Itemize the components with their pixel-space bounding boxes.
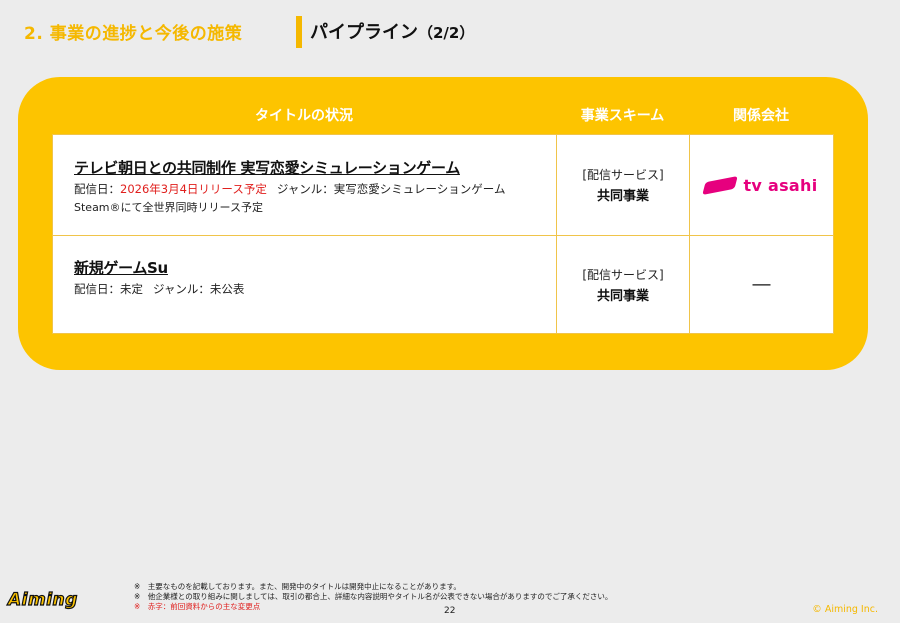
title-accent-bar [296,16,302,48]
genre: ジャンル：未公表 [153,282,245,296]
tv-asahi-logo: tv asahi [702,175,818,195]
scheme-value: 共同事業 [596,288,649,304]
footnotes: ※ 主要なものを記載しております。また、開発中のタイトルは開発中止になることがあ… [134,582,612,612]
release-info: 配信日：2026年3月4日リリース予定 ジャンル：実写恋愛シミュレーションゲーム [74,181,556,197]
section-title: 2. 事業の進捗と今後の施策 [24,24,243,44]
scheme-type: [配信サービス] [582,168,664,182]
game-title: テレビ朝日との共同制作 実写恋愛シミュレーションゲーム [74,159,460,177]
company-cell: tv asahi [690,135,833,235]
company-cell: ― [690,235,833,334]
title-cell: 新規ゲームSu 配信日：未定 ジャンル：未公表 [53,235,557,334]
company-none: ― [752,274,771,295]
footnote: ※ 主要なものを記載しております。また、開発中のタイトルは開発中止になることがあ… [134,582,461,591]
tv-asahi-logo-text: tv asahi [743,175,818,195]
title-cell: テレビ朝日との共同制作 実写恋愛シミュレーションゲーム 配信日：2026年3月4… [53,135,557,235]
page-title-main: パイプライン [310,22,418,43]
column-header-scheme: 事業スキーム [580,108,665,124]
game-title: 新規ゲームSu [74,259,168,277]
genre: ジャンル：実写恋愛シミュレーションゲーム [276,182,506,196]
column-header-title: タイトルの状況 [255,108,353,124]
pipeline-table: テレビ朝日との共同制作 実写恋愛シミュレーションゲーム 配信日：2026年3月4… [52,134,834,334]
page-title-sub: （2/2） [418,24,475,42]
scheme-type: [配信サービス] [582,267,664,282]
page-number: 22 [444,606,456,616]
scheme-value: 共同事業 [596,189,649,204]
tv-asahi-mark-icon [702,175,739,195]
page-title: パイプライン（2/2） [310,18,474,44]
aiming-logo: Aiming [7,589,78,610]
scheme-cell: [配信サービス] 共同事業 [557,135,690,235]
copyright: © Aiming Inc. [812,604,878,615]
release-info: 配信日：未定 ジャンル：未公表 [74,281,556,297]
footnote-red: ※ 赤字：前回資料からの主な変更点 [134,602,261,611]
scheme-cell: [配信サービス] 共同事業 [557,235,690,334]
release-label: 配信日： [74,282,120,296]
release-note: Steam®にて全世界同時リリース予定 [74,201,263,214]
release-date: 2026年3月4日リリース予定 [120,182,267,196]
table-row: テレビ朝日との共同制作 実写恋愛シミュレーションゲーム 配信日：2026年3月4… [53,135,833,236]
table-row: 新規ゲームSu 配信日：未定 ジャンル：未公表 [配信サービス] 共同事業 ― [53,235,833,334]
footnote: ※ 他企業様との取り組みに関しましては、取引の都合上、詳細な内容説明やタイトル名… [134,592,613,601]
column-header-company: 関係会社 [733,108,789,124]
release-date: 未定 [120,282,143,296]
release-label: 配信日： [74,182,120,196]
